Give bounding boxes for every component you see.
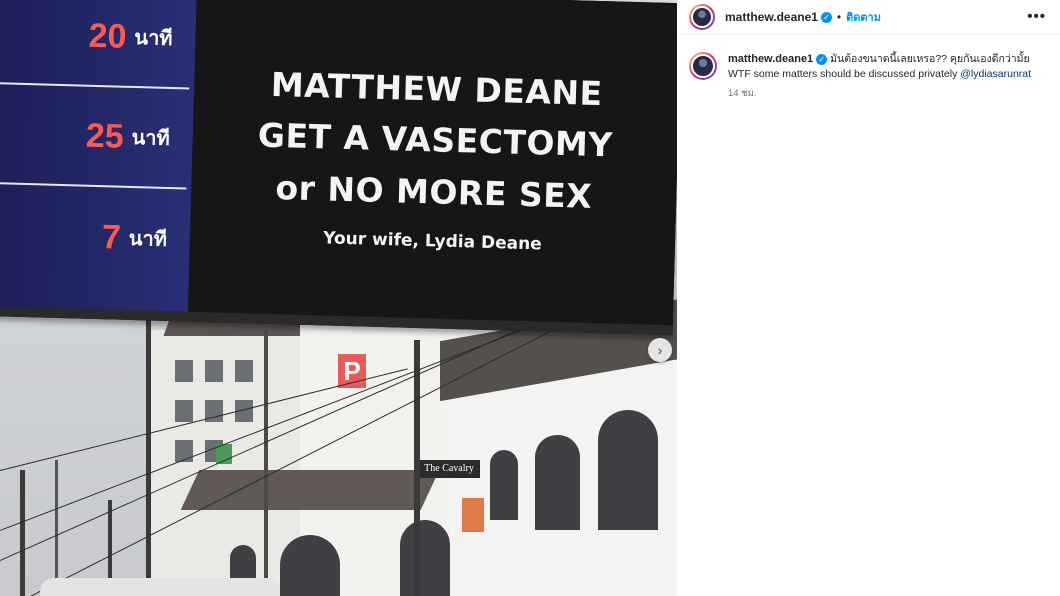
- cavalry-sign: The Cavalry: [418, 460, 480, 478]
- window: [598, 410, 658, 530]
- timer-unit: นาที: [131, 126, 171, 151]
- caption-body: matthew.deane1 ✓ มันต้องขนาดนี้เลยเหรอ?? …: [728, 52, 1031, 101]
- caption-avatar[interactable]: [689, 52, 717, 80]
- caption-text-thai: มันต้องขนาดนี้เลยเหรอ?? คุยกันเองดีกว่าม…: [830, 53, 1030, 65]
- car-roof: [40, 578, 280, 596]
- caption-mention[interactable]: @lydiasarunrat: [960, 68, 1031, 80]
- verified-badge-icon: ✓: [820, 11, 832, 23]
- orange-sign: [462, 498, 484, 532]
- header-username[interactable]: matthew.deane1: [725, 10, 818, 24]
- timer-row: 20 นาที: [0, 0, 192, 90]
- avatar[interactable]: [689, 4, 715, 30]
- caption-username[interactable]: matthew.deane1: [728, 53, 813, 65]
- window: [535, 435, 580, 530]
- window: [175, 400, 193, 422]
- timer-unit: นาที: [128, 227, 168, 251]
- billboard-message: MATTHEW DEANE GET A VASECTOMY or NO MORE…: [187, 0, 677, 326]
- timer-row: 25 นาที: [0, 83, 190, 190]
- follow-button[interactable]: ติดตาม: [846, 8, 881, 26]
- billboard-line-1: MATTHEW DEANE: [270, 65, 604, 114]
- post-header: matthew.deane1 ✓ • ติดตาม •••: [677, 0, 1060, 35]
- billboard-line-3: or NO MORE SEX: [275, 167, 593, 216]
- timer-number: 7: [101, 217, 122, 257]
- more-options-icon[interactable]: •••: [1027, 8, 1046, 25]
- verified-badge-icon: ✓: [816, 53, 828, 65]
- separator-dot: •: [836, 10, 842, 24]
- caption-text-english: WTF some matters should be discussed pri…: [728, 68, 958, 80]
- utility-pole: [55, 460, 58, 596]
- timer-number: 25: [85, 116, 125, 156]
- next-image-button[interactable]: ›: [648, 338, 672, 362]
- timer-number: 20: [88, 16, 128, 56]
- window: [280, 535, 340, 596]
- window: [400, 520, 450, 596]
- post-timestamp[interactable]: 14 ชม.: [728, 86, 1031, 101]
- timer-unit: นาที: [134, 27, 173, 51]
- caption: matthew.deane1 ✓ มันต้องขนาดนี้เลยเหรอ?? …: [677, 35, 1060, 101]
- billboard-timer-panel: 20 นาที 25 นาที 7 นาที: [0, 0, 197, 312]
- window: [235, 360, 253, 382]
- utility-pole: [414, 340, 420, 596]
- utility-pole: [146, 315, 151, 596]
- lower-roof: [180, 470, 440, 510]
- chevron-right-icon: ›: [657, 342, 663, 358]
- billboard: 20 นาที 25 นาที 7 นาที MATTHEW DEANE GET…: [0, 0, 677, 336]
- post-side-panel: matthew.deane1 ✓ • ติดตาม ••• matthew.de…: [677, 0, 1060, 596]
- post-image[interactable]: P The Cavalry 20 นาที 25 นาที 7 นาที MAT…: [0, 0, 677, 596]
- window: [175, 360, 193, 382]
- window: [490, 450, 518, 520]
- timer-row: 7 นาที: [0, 184, 186, 290]
- utility-pole: [264, 330, 268, 596]
- billboard-signature: Your wife, Lydia Deane: [322, 228, 543, 255]
- window: [205, 360, 223, 382]
- utility-pole: [20, 470, 25, 596]
